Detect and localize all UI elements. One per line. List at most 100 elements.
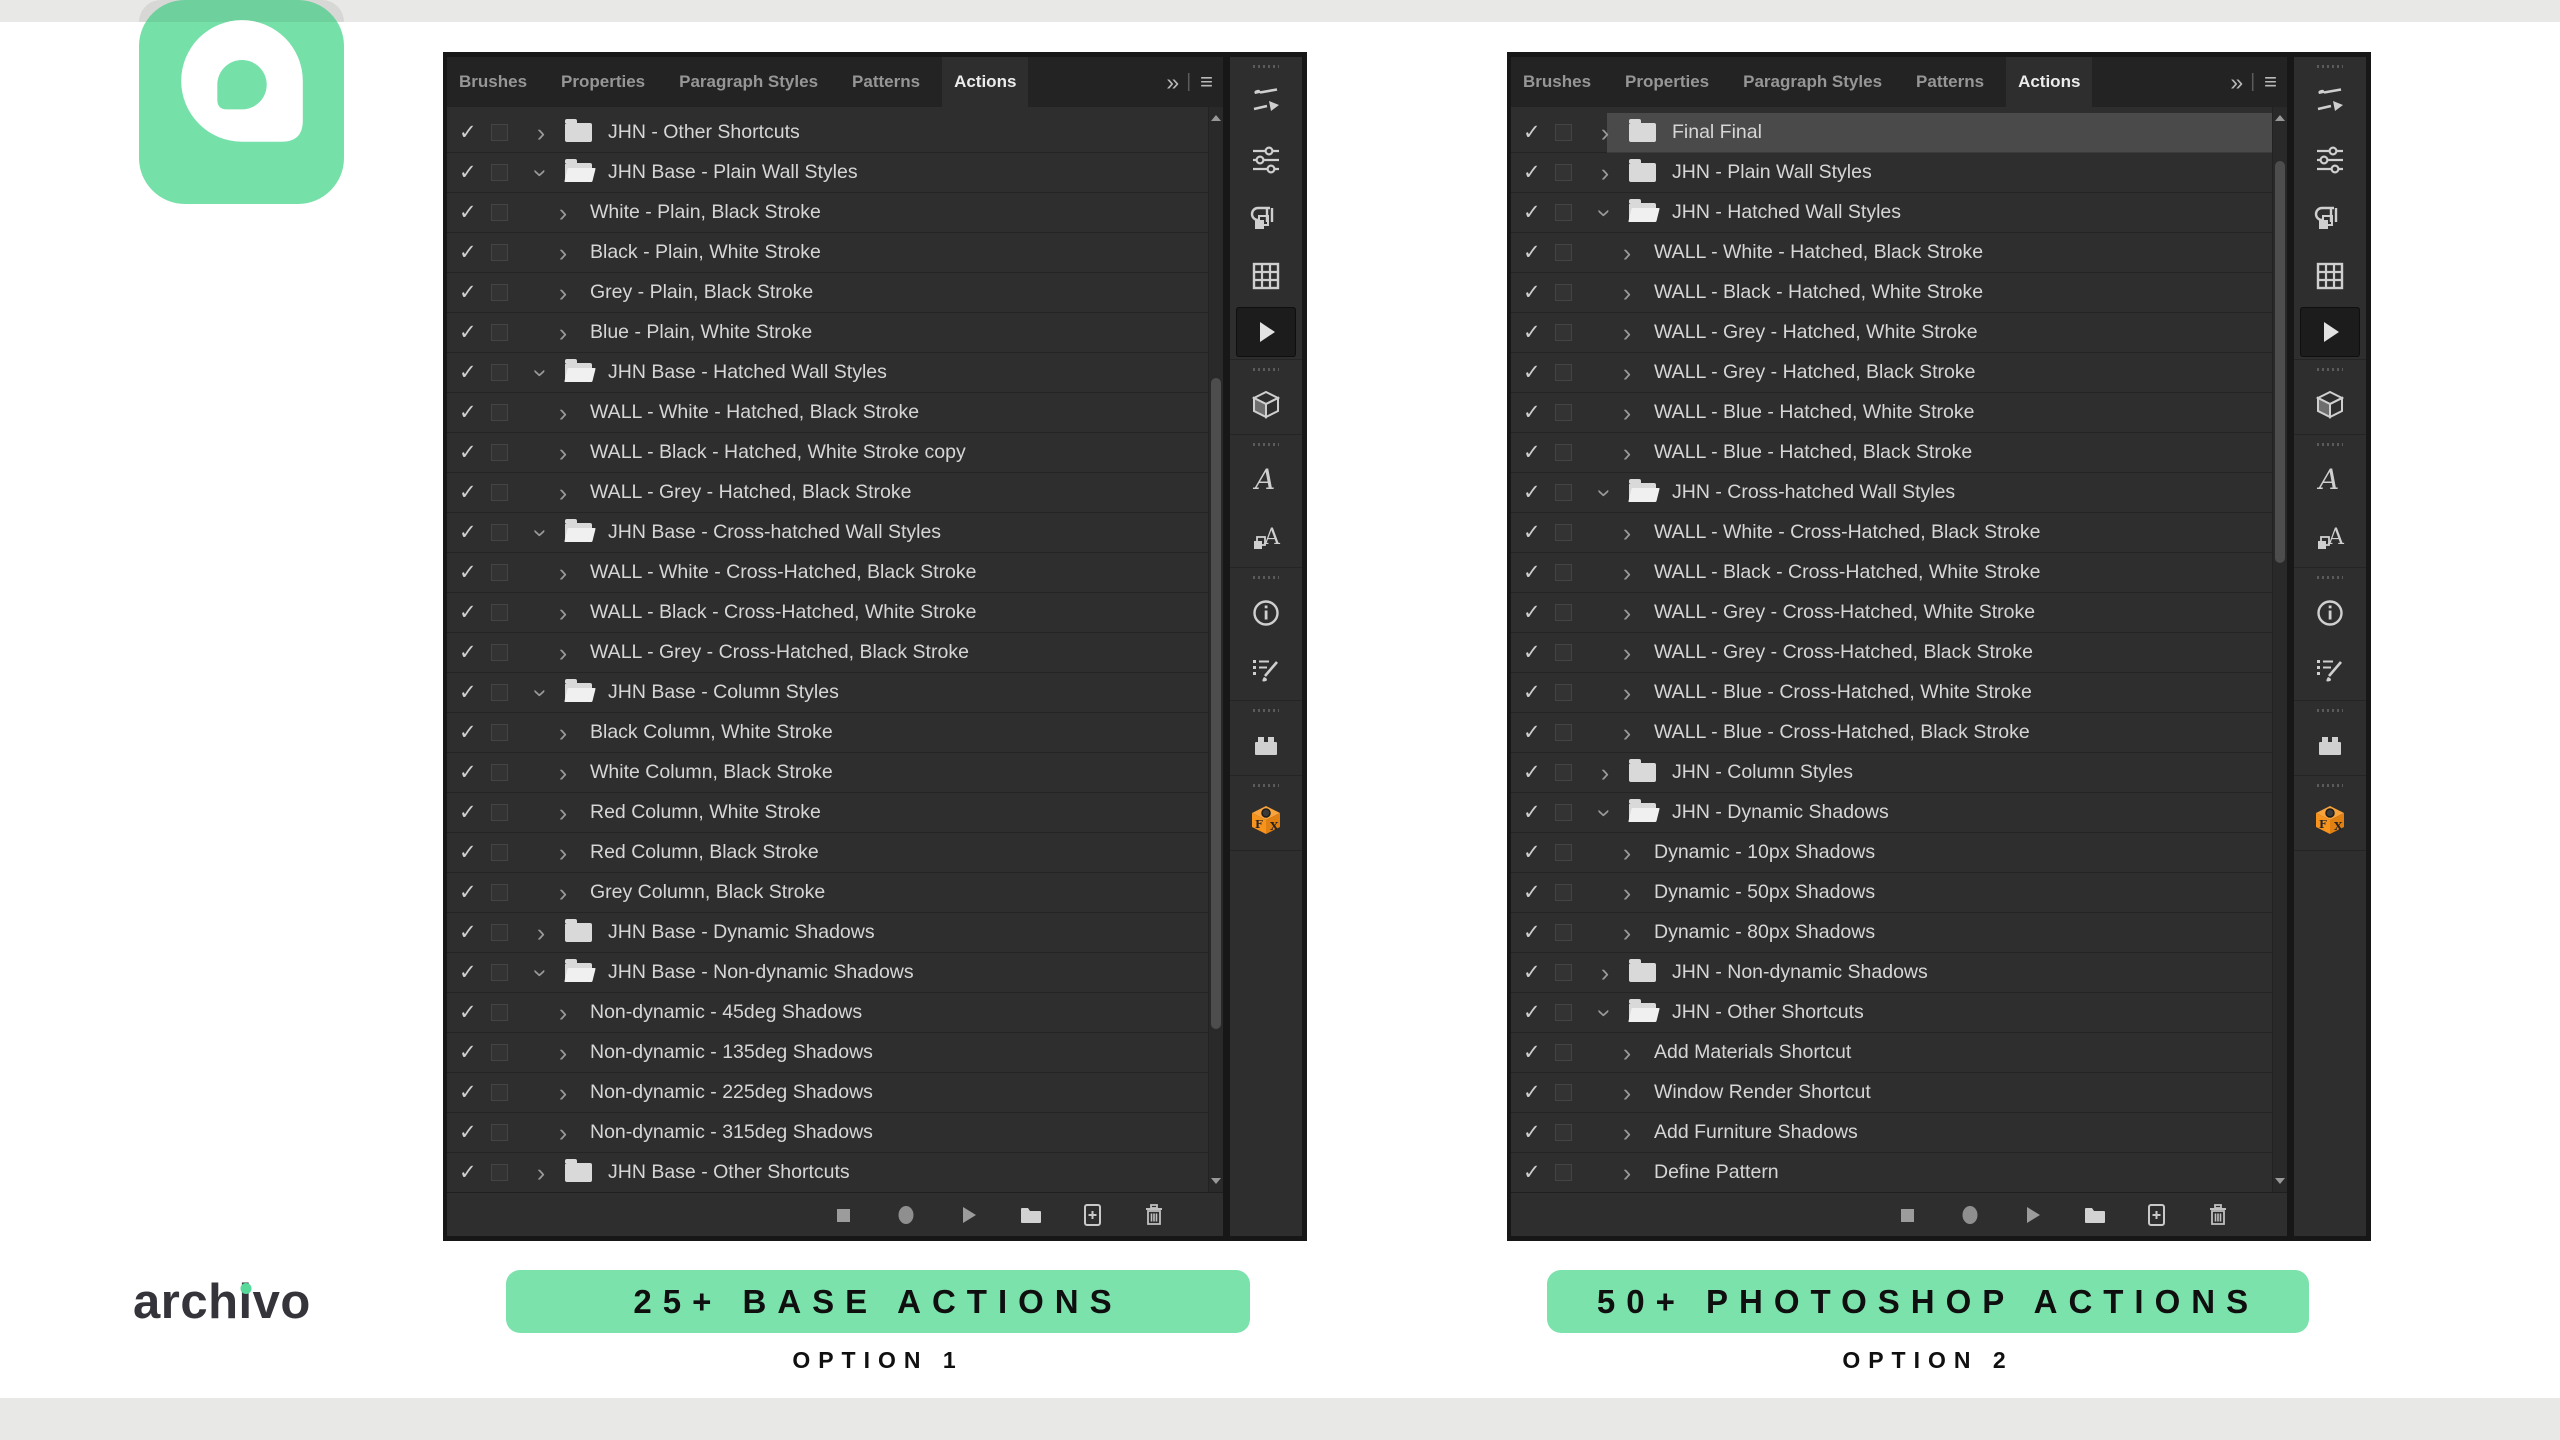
action-row[interactable]: WALL - Blue - Cross-Hatched, White Strok… [1511,673,2287,713]
include-checkmark-icon[interactable] [1523,160,1549,185]
stop-button[interactable] [1895,1202,1921,1228]
include-checkmark-icon[interactable] [1523,320,1549,345]
dialog-toggle-box[interactable] [491,964,508,981]
new-action-button[interactable] [1079,1202,1105,1228]
include-checkmark-icon[interactable] [1523,520,1549,545]
expand-chevron-icon[interactable] [1618,563,1636,583]
scroll-down-arrow-icon[interactable] [1211,1178,1221,1184]
dialog-toggle-box[interactable] [1555,444,1572,461]
3d-cube-icon[interactable] [1230,376,1302,434]
expand-chevron-icon[interactable] [1596,163,1614,183]
include-checkmark-icon[interactable] [1523,360,1549,385]
expand-chevron-icon[interactable] [1618,843,1636,863]
dialog-toggle-box[interactable] [491,524,508,541]
action-row[interactable]: Black - Plain, White Stroke [447,233,1223,273]
dialog-toggle-box[interactable] [491,244,508,261]
play-button[interactable] [955,1202,981,1228]
info-icon[interactable] [2294,584,2366,642]
include-checkmark-icon[interactable] [1523,1120,1549,1145]
include-checkmark-icon[interactable] [459,560,485,585]
include-checkmark-icon[interactable] [1523,400,1549,425]
dialog-toggle-box[interactable] [491,924,508,941]
panel-overflow-icon[interactable]: » [2230,69,2243,96]
action-row[interactable]: Red Column, Black Stroke [447,833,1223,873]
drag-handle[interactable] [2317,443,2343,446]
dialog-toggle-box[interactable] [1555,604,1572,621]
panel-tab[interactable]: Actions [2006,57,2093,107]
fx-plugin-cube-icon[interactable]: FX [1230,792,1302,850]
expand-chevron-icon[interactable] [554,243,572,263]
include-checkmark-icon[interactable] [1523,240,1549,265]
action-row[interactable]: WALL - Grey - Hatched, Black Stroke [1511,353,2287,393]
dialog-toggle-box[interactable] [1555,1044,1572,1061]
expand-chevron-icon[interactable] [1618,243,1636,263]
character-styles-icon[interactable]: A [1230,509,1302,567]
info-icon[interactable] [1230,584,1302,642]
expand-chevron-icon[interactable] [554,443,572,463]
action-row[interactable]: JHN Base - Hatched Wall Styles [447,353,1223,393]
expand-chevron-icon[interactable] [554,323,572,343]
include-checkmark-icon[interactable] [1523,120,1549,145]
dialog-toggle-box[interactable] [491,164,508,181]
dialog-toggle-box[interactable] [491,564,508,581]
action-row[interactable]: WALL - Grey - Cross-Hatched, Black Strok… [1511,633,2287,673]
action-row[interactable]: JHN Base - Non-dynamic Shadows [447,953,1223,993]
panel-overflow-icon[interactable]: » [1166,69,1179,96]
dialog-toggle-box[interactable] [491,1044,508,1061]
include-checkmark-icon[interactable] [459,160,485,185]
action-row[interactable]: Non-dynamic - 315deg Shadows [447,1113,1223,1153]
action-row[interactable]: Dynamic - 10px Shadows [1511,833,2287,873]
expand-chevron-icon[interactable] [1618,323,1636,343]
dialog-toggle-box[interactable] [491,1004,508,1021]
include-checkmark-icon[interactable] [459,600,485,625]
include-checkmark-icon[interactable] [1523,800,1549,825]
patterns-icon[interactable] [1230,247,1302,305]
include-checkmark-icon[interactable] [1523,480,1549,505]
dialog-toggle-box[interactable] [491,444,508,461]
dialog-toggle-box[interactable] [491,1084,508,1101]
drag-handle[interactable] [2317,709,2343,712]
dialog-toggle-box[interactable] [1555,484,1572,501]
panel-menu-icon[interactable]: ≡ [1200,69,1213,95]
panel-tab[interactable]: Properties [1613,57,1721,107]
expand-chevron-icon[interactable] [554,763,572,783]
expand-chevron-icon[interactable] [554,1043,572,1063]
dialog-toggle-box[interactable] [491,324,508,341]
expand-chevron-icon[interactable] [1596,763,1614,783]
panel-tab[interactable]: Paragraph Styles [1731,57,1894,107]
character-styles-icon[interactable]: A [2294,509,2366,567]
expand-chevron-icon[interactable] [554,1003,572,1023]
drag-handle[interactable] [1253,368,1279,371]
expand-chevron-icon[interactable] [532,1163,550,1183]
include-checkmark-icon[interactable] [1523,880,1549,905]
expand-chevron-icon[interactable] [1618,603,1636,623]
action-row[interactable]: WALL - Grey - Cross-Hatched, White Strok… [1511,593,2287,633]
expand-chevron-icon[interactable] [1618,1163,1636,1183]
expand-chevron-icon[interactable] [554,283,572,303]
include-checkmark-icon[interactable] [459,800,485,825]
include-checkmark-icon[interactable] [1523,680,1549,705]
dialog-toggle-box[interactable] [1555,284,1572,301]
dialog-toggle-box[interactable] [491,1164,508,1181]
include-checkmark-icon[interactable] [459,1000,485,1025]
include-checkmark-icon[interactable] [459,640,485,665]
action-row[interactable]: Window Render Shortcut [1511,1073,2287,1113]
dialog-toggle-box[interactable] [1555,804,1572,821]
action-row[interactable]: WALL - Black - Hatched, White Stroke cop… [447,433,1223,473]
character-a-icon[interactable]: A [1230,451,1302,509]
expand-chevron-icon[interactable] [1596,803,1614,823]
action-row[interactable]: WALL - Black - Cross-Hatched, White Stro… [447,593,1223,633]
dialog-toggle-box[interactable] [491,684,508,701]
dialog-toggle-box[interactable] [491,404,508,421]
include-checkmark-icon[interactable] [459,1160,485,1185]
dialog-toggle-box[interactable] [491,644,508,661]
include-checkmark-icon[interactable] [459,320,485,345]
action-row[interactable]: White - Plain, Black Stroke [447,193,1223,233]
action-row[interactable]: Grey - Plain, Black Stroke [447,273,1223,313]
include-checkmark-icon[interactable] [459,440,485,465]
dialog-toggle-box[interactable] [1555,1164,1572,1181]
dialog-toggle-box[interactable] [1555,1124,1572,1141]
drag-handle[interactable] [2317,576,2343,579]
action-row[interactable]: WALL - White - Cross-Hatched, Black Stro… [1511,513,2287,553]
patterns-icon[interactable] [2294,247,2366,305]
